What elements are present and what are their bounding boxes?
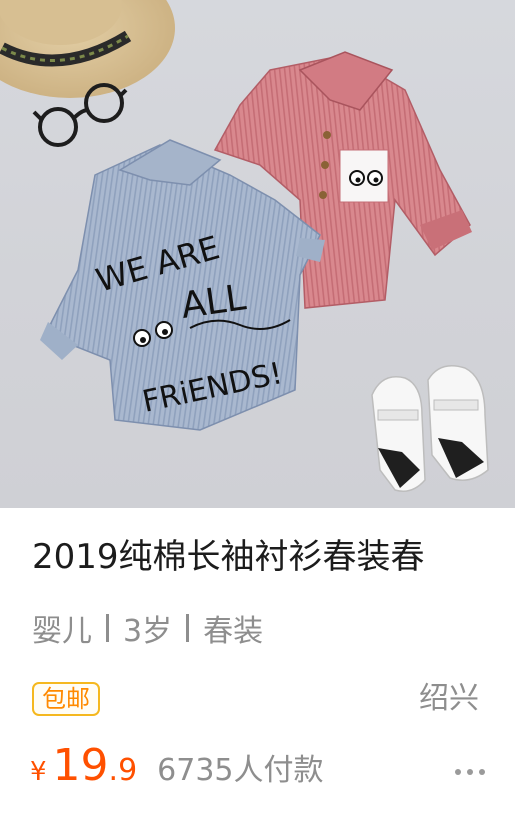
free-shipping-badge: 包邮 — [32, 682, 100, 716]
dot — [479, 769, 485, 775]
white-shoes — [371, 365, 489, 492]
tag-item: 春装 — [203, 614, 264, 649]
tag-item: 3岁 — [123, 614, 173, 649]
tag-divider — [186, 614, 190, 642]
product-title[interactable]: 2019纯棉长袖衬衫春装春 — [32, 533, 502, 581]
product-image[interactable]: WE ARE ALL FRiENDS! — [0, 0, 515, 508]
more-dots-icon[interactable] — [455, 762, 485, 782]
tag-item: 婴儿 — [32, 614, 92, 649]
price-integer: 19 — [52, 740, 109, 791]
product-card[interactable]: WE ARE ALL FRiENDS! 2019纯棉长袖衬衫春装春 婴儿 3岁 … — [0, 0, 515, 815]
sales-count: 6735人付款 — [157, 753, 324, 788]
price-currency: ¥ — [30, 757, 47, 787]
product-tags: 婴儿 3岁 春装 — [32, 606, 263, 650]
dot — [467, 769, 473, 775]
seller-location: 绍兴 — [419, 681, 479, 716]
straw-hat — [0, 0, 175, 98]
tag-divider — [106, 614, 109, 642]
dot — [455, 769, 461, 775]
price-decimal: .9 — [108, 753, 138, 788]
price-row: ¥ 19 .9 6735人付款 — [30, 740, 324, 800]
